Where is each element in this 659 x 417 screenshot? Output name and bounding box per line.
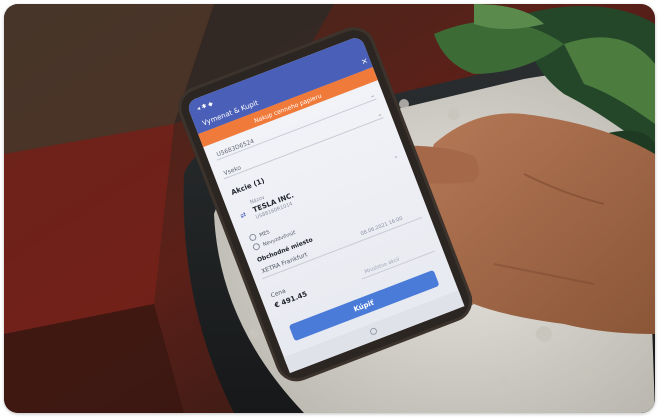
photo-frame: ◂ ✱ ◆ Vymenat & Kupit × Nakup cenneho pa… [4,4,655,413]
floor-tile-red [4,124,174,334]
photo: ◂ ✱ ◆ Vymenat & Kupit × Nakup cenneho pa… [4,4,655,413]
